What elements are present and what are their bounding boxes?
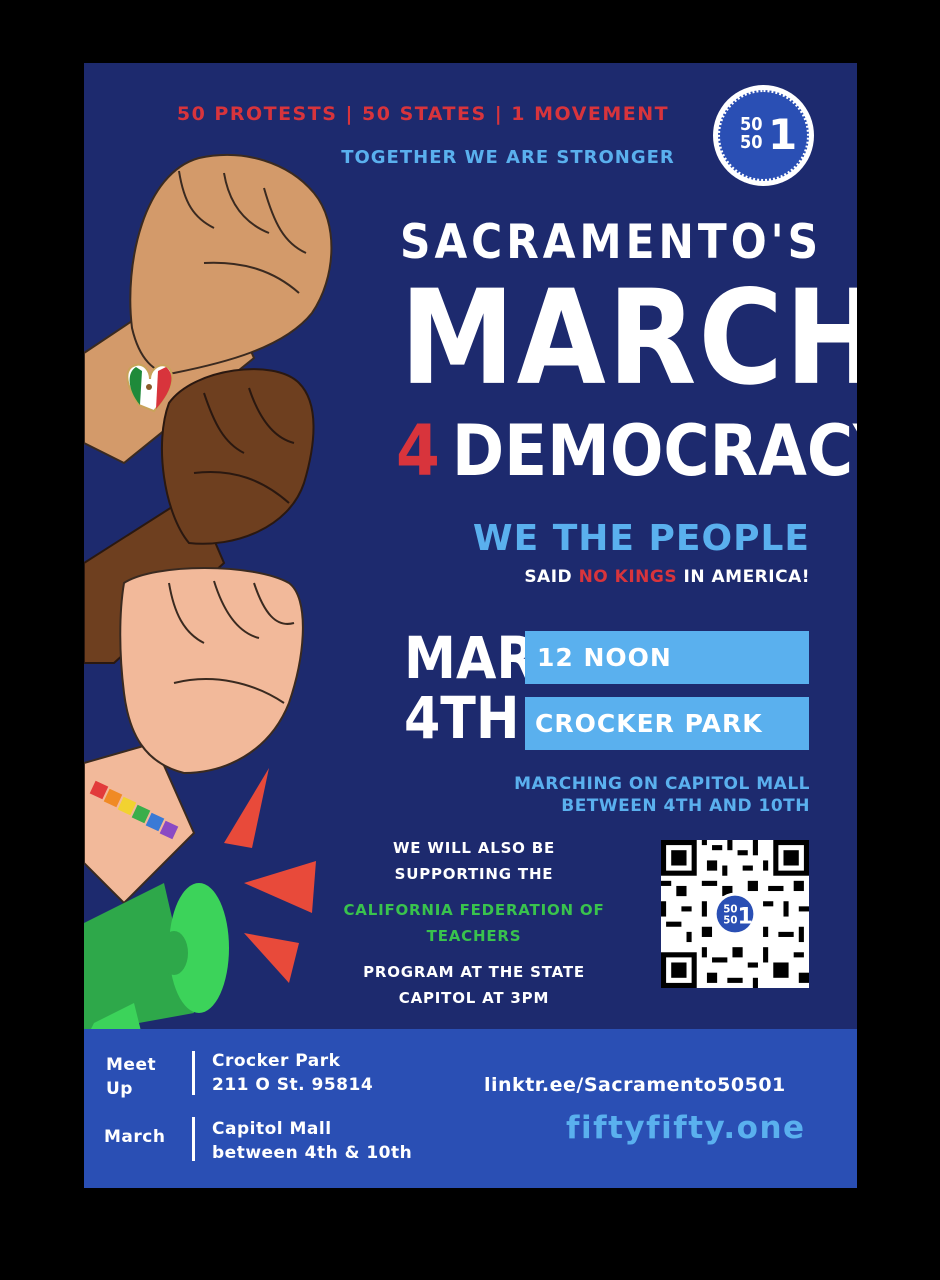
event-date: MAR 4TH bbox=[404, 624, 537, 752]
qr-logo-bottom: 50 bbox=[723, 916, 737, 927]
meet-divider bbox=[192, 1051, 195, 1095]
meet-label: Meet Up bbox=[106, 1053, 156, 1101]
march-value-line2: between 4th & 10th bbox=[212, 1143, 413, 1163]
meet-label-line1: Meet bbox=[106, 1055, 157, 1075]
logo-one-text: 1 bbox=[768, 110, 798, 159]
event-date-day: 4TH bbox=[404, 684, 520, 752]
qr-logo-top: 50 bbox=[723, 904, 737, 915]
event-time-box: 12 NOON bbox=[525, 631, 809, 684]
slogan-main: WE THE PEOPLE bbox=[472, 518, 810, 559]
march-divider bbox=[192, 1117, 195, 1161]
header-subtagline: TOGETHER WE ARE STRONGER bbox=[341, 147, 675, 168]
brown-fist bbox=[160, 368, 315, 545]
title-number: 4 bbox=[396, 410, 440, 492]
title-word: DEMOCRACY bbox=[451, 410, 857, 492]
megaphone-icon bbox=[84, 883, 229, 1043]
meet-label-line2: Up bbox=[106, 1079, 133, 1099]
march-route: MARCHING ON CAPITOL MALL BETWEEN 4TH AND … bbox=[454, 773, 810, 817]
light-fist bbox=[119, 567, 304, 775]
support-text: WE WILL ALSO BE SUPPORTING THE CALIFORNI… bbox=[334, 835, 614, 1011]
logo-bottom-text: 50 bbox=[740, 132, 763, 153]
slogan-sub-post: IN AMERICA! bbox=[677, 567, 810, 587]
title-line3: 4 DEMOCRACY bbox=[396, 410, 857, 492]
slogan-sub-pre: SAID bbox=[524, 567, 579, 587]
support-line3: PROGRAM AT THE STATE bbox=[363, 963, 585, 981]
website-link[interactable]: fiftyfifty.one bbox=[566, 1110, 806, 1146]
50501-logo: 50 50 1 bbox=[713, 85, 814, 186]
support-line1: WE WILL ALSO BE bbox=[392, 839, 556, 857]
qr-logo-one: 1 bbox=[738, 904, 754, 930]
shout-burst-icon bbox=[224, 768, 269, 848]
support-org-line1: CALIFORNIA FEDERATION OF bbox=[343, 901, 605, 919]
meet-value: Crocker Park 211 O St. 95814 bbox=[212, 1049, 373, 1097]
event-date-month: MAR bbox=[404, 624, 537, 692]
meet-value-line2: 211 O St. 95814 bbox=[212, 1075, 374, 1095]
march-route-line2: BETWEEN 4TH AND 10TH bbox=[561, 796, 810, 816]
support-org-line2: TEACHERS bbox=[426, 927, 522, 945]
title-line2: MARCH bbox=[400, 262, 857, 415]
slogan-sub-red: NO KINGS bbox=[578, 567, 678, 587]
slogan-sub: SAID NO KINGS IN AMERICA! bbox=[414, 567, 810, 587]
march-value: Capitol Mall between 4th & 10th bbox=[212, 1117, 412, 1165]
header-tagline: 50 PROTESTS | 50 STATES | 1 MOVEMENT bbox=[176, 103, 670, 125]
footer: Meet Up Crocker Park 211 O St. 95814 March… bbox=[84, 1029, 857, 1188]
event-place-box: CROCKER PARK bbox=[525, 697, 809, 750]
march-value-line1: Capitol Mall bbox=[212, 1119, 332, 1139]
march-route-line1: MARCHING ON CAPITOL MALL bbox=[514, 774, 810, 794]
qr-code[interactable]: 50 50 1 bbox=[661, 840, 809, 988]
poster: 50 PROTESTS | 50 STATES | 1 MOVEMENT TOG… bbox=[84, 63, 857, 1188]
title-line1: SACRAMENTO'S bbox=[400, 215, 823, 270]
linktree-link[interactable]: linktr.ee/Sacramento50501 bbox=[484, 1074, 786, 1096]
support-line4: CAPITOL AT 3PM bbox=[398, 989, 550, 1007]
meet-value-line1: Crocker Park bbox=[212, 1051, 341, 1071]
support-line2: SUPPORTING THE bbox=[394, 865, 554, 883]
march-label: March bbox=[104, 1127, 166, 1147]
